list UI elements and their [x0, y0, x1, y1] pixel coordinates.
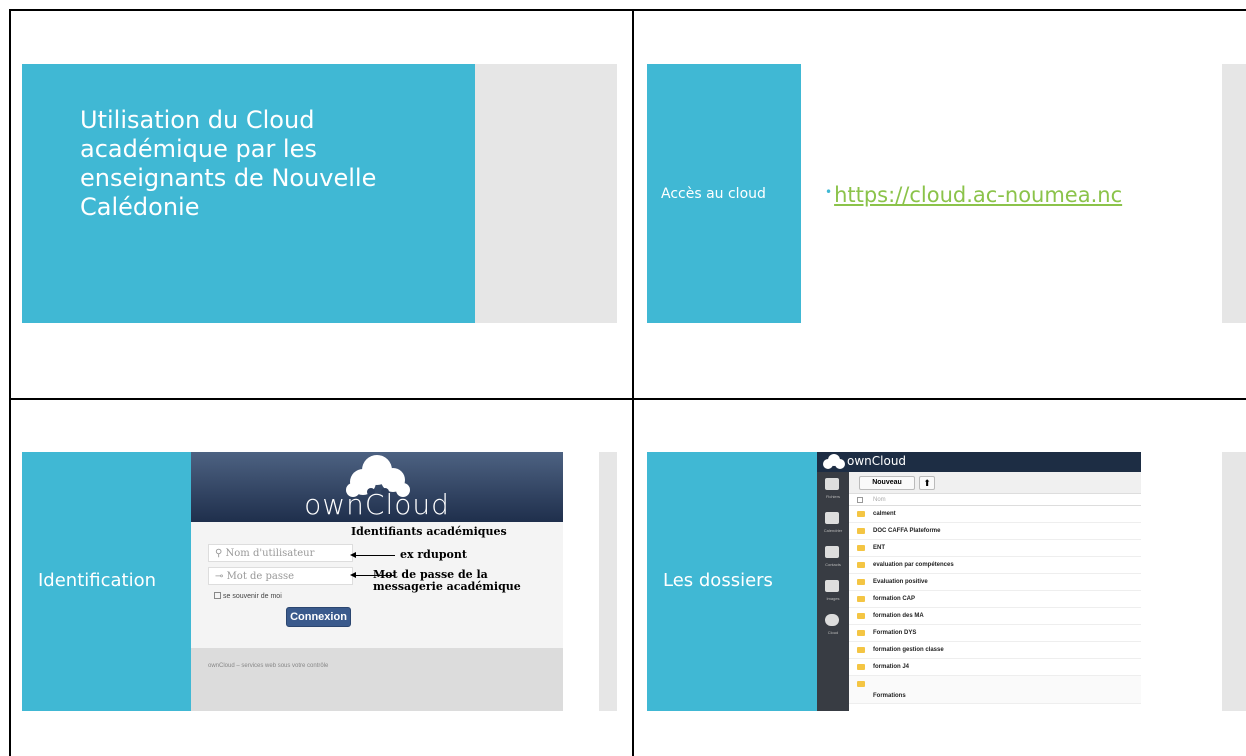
- user-icon: ⚲: [215, 548, 226, 559]
- upload-icon[interactable]: ⬆: [919, 476, 935, 490]
- folder-icon: [857, 528, 865, 534]
- login-footer: ownCloud – services web sous votre contr…: [191, 648, 563, 711]
- folder-icon: [857, 562, 865, 568]
- password-annotation: Mot de passe de la messagerie académique: [373, 568, 521, 593]
- username-placeholder: Nom d'utilisateur: [225, 548, 315, 559]
- folder-row[interactable]: ENT: [849, 540, 1141, 557]
- contacts-icon[interactable]: [825, 546, 839, 558]
- username-arrow: [350, 552, 395, 558]
- folder-name: formation J4: [873, 664, 910, 670]
- sidebar-item-calendrier[interactable]: Calendrier: [820, 528, 846, 533]
- cloud-link[interactable]: https://cloud.ac-noumea.nc: [834, 183, 1122, 207]
- slide-1[interactable]: Utilisation du Cloud académique par les …: [11, 11, 632, 398]
- cloud-link-line: •https://cloud.ac-noumea.nc: [825, 183, 1122, 207]
- slide-1-title-panel: Utilisation du Cloud académique par les …: [22, 64, 478, 323]
- password-input[interactable]: ⊸ Mot de passe: [208, 567, 353, 585]
- heading-annotation: Identifiants académiques: [351, 525, 507, 538]
- calendar-icon[interactable]: [825, 512, 839, 524]
- login-logo-text: ownCloud: [304, 488, 450, 521]
- slide-3-label: Identification: [38, 570, 157, 591]
- folder-row[interactable]: formation J4: [849, 659, 1141, 676]
- bullet-icon: •: [825, 185, 833, 199]
- folder-row[interactable]: formation des MA: [849, 608, 1141, 625]
- sidebar-item-images[interactable]: Images: [820, 596, 846, 601]
- slide-3-label-panel: Identification: [22, 452, 192, 711]
- slide-2-side-panel: [1222, 64, 1246, 323]
- username-input[interactable]: ⚲ Nom d'utilisateur: [208, 544, 353, 562]
- key-icon: ⊸: [215, 571, 227, 582]
- checkbox-icon: [214, 592, 221, 599]
- folder-row[interactable]: calment: [849, 506, 1141, 523]
- remember-me-checkbox[interactable]: se souvenir de moi: [214, 592, 282, 600]
- folder-name: formation CAP: [873, 596, 915, 602]
- slide-4-side-panel: [1222, 452, 1246, 711]
- password-placeholder: Mot de passe: [226, 571, 295, 582]
- folder-row[interactable]: formation CAP: [849, 591, 1141, 608]
- folder-name: formation des MA: [873, 613, 924, 619]
- folder-row[interactable]: Formation DYS: [849, 625, 1141, 642]
- sidebar-item-cloud[interactable]: Cloud: [820, 630, 846, 635]
- folder-icon: [857, 630, 865, 636]
- folder-name: DOC CAFFA Plateforme: [873, 528, 941, 534]
- folder-row[interactable]: Evaluation positive: [849, 574, 1141, 591]
- folder-row[interactable]: Formations: [849, 676, 1141, 704]
- remember-label: se souvenir de moi: [223, 593, 282, 600]
- sidebar-item-fichiers[interactable]: Fichiers: [820, 494, 846, 499]
- folder-icon: [857, 545, 865, 551]
- footer-text: ownCloud – services web sous votre contr…: [208, 663, 329, 669]
- files-toolbar: Nouveau ⬆: [849, 472, 1141, 494]
- slide-1-side-panel: [475, 64, 617, 323]
- files-logo-text: ownCloud: [847, 454, 907, 468]
- files-topbar: ownCloud: [817, 452, 1141, 472]
- slide-3-side-panel: [599, 452, 617, 711]
- folder-name: Formation DYS: [873, 630, 917, 636]
- folder-name: ENT: [873, 545, 885, 551]
- folder-icon[interactable]: [825, 478, 839, 490]
- folder-icon: [857, 681, 865, 687]
- slide-1-title: Utilisation du Cloud académique par les …: [80, 106, 377, 221]
- owncloud-login-screenshot: ownCloud Identifiants académiques ⚲ Nom …: [191, 452, 563, 711]
- select-all-checkbox[interactable]: [857, 497, 863, 503]
- folder-row[interactable]: evaluation par compétences: [849, 557, 1141, 574]
- folder-name: Formations: [873, 693, 906, 699]
- folder-name: formation gestion classe: [873, 647, 944, 653]
- folder-row[interactable]: DOC CAFFA Plateforme: [849, 523, 1141, 540]
- username-annotation: ex rdupont: [400, 548, 467, 561]
- column-header[interactable]: Nom: [849, 495, 1141, 506]
- slide-4-label: Les dossiers: [663, 570, 773, 591]
- folder-icon: [857, 511, 865, 517]
- new-button[interactable]: Nouveau: [859, 476, 915, 490]
- folder-name: Evaluation positive: [873, 579, 928, 585]
- slide-2-label: Accès au cloud: [661, 186, 766, 202]
- login-header: ownCloud: [191, 452, 563, 522]
- sidebar-item-contacts[interactable]: Contacts: [820, 562, 846, 567]
- column-name: Nom: [873, 497, 886, 503]
- owncloud-logo-icon: [823, 454, 845, 469]
- folder-name: evaluation par compétences: [873, 562, 954, 568]
- slide-2-label-panel: Accès au cloud: [647, 64, 801, 323]
- folder-icon: [857, 613, 865, 619]
- owncloud-files-screenshot: ownCloud Fichiers Calendrier Contacts Im…: [817, 452, 1141, 711]
- files-sidebar: Fichiers Calendrier Contacts Images Clou…: [817, 472, 849, 711]
- folder-icon: [857, 596, 865, 602]
- folder-icon: [857, 647, 865, 653]
- folder-icon: [857, 664, 865, 670]
- folder-icon: [857, 579, 865, 585]
- folder-name: calment: [873, 511, 896, 517]
- folder-row[interactable]: formation gestion classe: [849, 642, 1141, 659]
- globe-icon[interactable]: [825, 614, 839, 626]
- image-icon[interactable]: [825, 580, 839, 592]
- login-button[interactable]: Connexion: [286, 607, 351, 627]
- slide-4-label-panel: Les dossiers: [647, 452, 817, 711]
